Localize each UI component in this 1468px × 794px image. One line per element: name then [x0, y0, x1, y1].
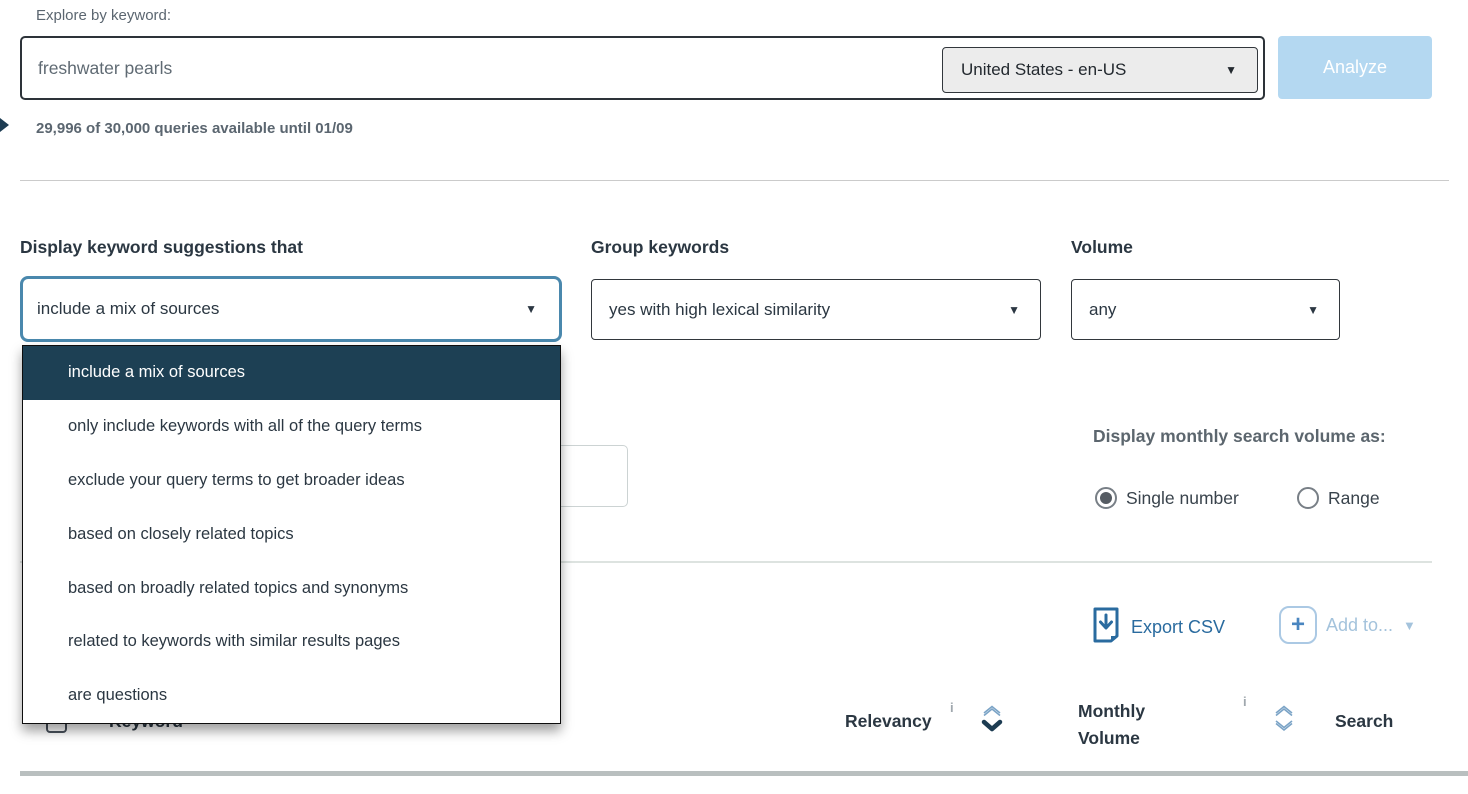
- expander-triangle-icon[interactable]: [0, 118, 9, 132]
- column-header-search: Search: [1335, 711, 1393, 732]
- add-to-button[interactable]: + Add to... ▼: [1279, 606, 1416, 644]
- suggestions-select[interactable]: include a mix of sources ▼: [20, 276, 562, 342]
- column-header-relevancy: Relevancy: [845, 711, 932, 732]
- plus-icon: +: [1279, 606, 1317, 644]
- radio-single-number[interactable]: Single number: [1095, 487, 1239, 509]
- info-icon[interactable]: i: [1243, 694, 1247, 709]
- radio-label: Single number: [1126, 488, 1239, 509]
- chevron-down-icon: ▼: [1403, 618, 1416, 633]
- explore-by-keyword-label: Explore by keyword:: [36, 7, 171, 24]
- chevron-down-icon: ▼: [1225, 63, 1237, 77]
- divider: [20, 180, 1449, 181]
- keyword-input[interactable]: [22, 38, 922, 98]
- sort-relevancy-icon[interactable]: [980, 702, 1004, 738]
- info-icon[interactable]: i: [950, 700, 954, 715]
- chevron-down-icon: ▼: [1008, 303, 1020, 317]
- volume-label: Volume: [1071, 237, 1133, 258]
- chevron-down-icon: ▼: [1307, 303, 1319, 317]
- column-header-monthly-volume: Monthly Volume: [1078, 698, 1170, 752]
- radio-selected-icon: [1095, 487, 1117, 509]
- export-csv-button[interactable]: Export CSV: [1092, 607, 1225, 648]
- locale-select[interactable]: United States - en-US ▼: [942, 47, 1258, 93]
- volume-display-label: Display monthly search volume as:: [1093, 426, 1386, 447]
- sort-monthly-volume-icon[interactable]: [1272, 702, 1296, 738]
- menu-option[interactable]: exclude your query terms to get broader …: [23, 454, 560, 508]
- suggestions-filter-label: Display keyword suggestions that: [20, 237, 303, 258]
- suggestions-dropdown-menu: include a mix of sources only include ke…: [22, 345, 561, 724]
- suggestions-select-value: include a mix of sources: [23, 299, 219, 319]
- chevron-down-icon: ▼: [525, 302, 537, 316]
- menu-option[interactable]: only include keywords with all of the qu…: [23, 400, 560, 454]
- download-file-icon: [1092, 607, 1120, 648]
- keyword-search-container: United States - en-US ▼: [20, 36, 1265, 100]
- menu-option[interactable]: based on broadly related topics and syno…: [23, 561, 560, 615]
- add-to-label: Add to...: [1326, 615, 1393, 636]
- volume-select-value: any: [1072, 300, 1116, 320]
- radio-label: Range: [1328, 488, 1380, 509]
- analyze-button[interactable]: Analyze: [1278, 36, 1432, 99]
- radio-range[interactable]: Range: [1297, 487, 1380, 509]
- menu-option[interactable]: based on closely related topics: [23, 507, 560, 561]
- menu-option[interactable]: related to keywords with similar results…: [23, 615, 560, 669]
- volume-select[interactable]: any ▼: [1071, 279, 1340, 340]
- menu-option[interactable]: include a mix of sources: [23, 346, 560, 400]
- query-quota-text: 29,996 of 30,000 queries available until…: [36, 120, 353, 137]
- group-keywords-label: Group keywords: [591, 237, 729, 258]
- group-keywords-select[interactable]: yes with high lexical similarity ▼: [591, 279, 1041, 340]
- divider: [20, 771, 1468, 776]
- menu-option[interactable]: are questions: [23, 669, 560, 723]
- keyword-explorer-page: Explore by keyword: United States - en-U…: [0, 0, 1468, 794]
- export-csv-label: Export CSV: [1131, 617, 1225, 638]
- group-keywords-select-value: yes with high lexical similarity: [592, 300, 830, 320]
- radio-unselected-icon: [1297, 487, 1319, 509]
- locale-select-value: United States - en-US: [943, 60, 1126, 80]
